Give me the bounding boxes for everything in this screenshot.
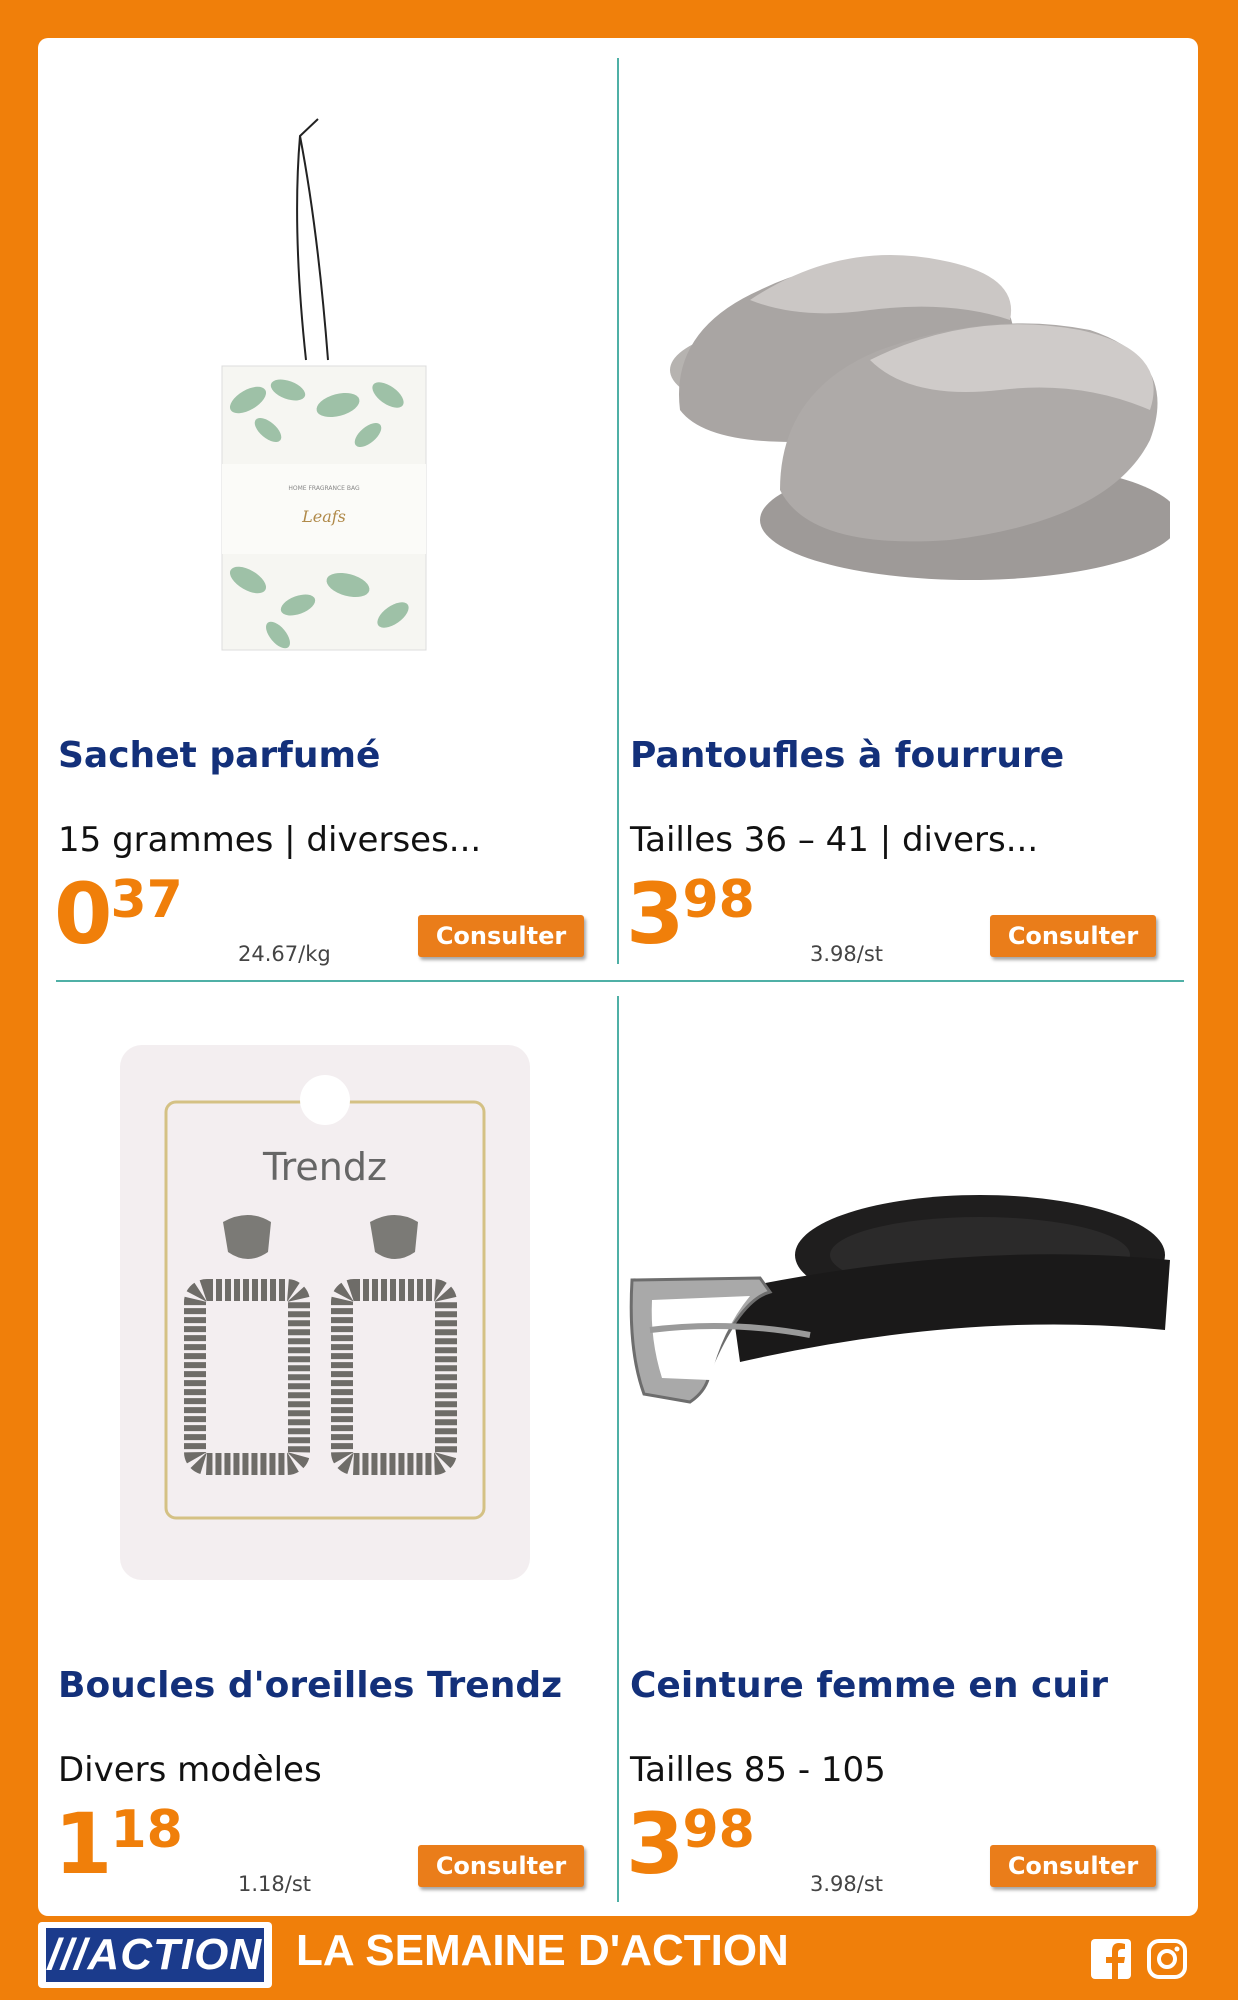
price-decimal: 98 xyxy=(682,870,755,930)
unit-price: 1.18/st xyxy=(238,1872,312,1896)
product-price: 398 xyxy=(626,872,755,956)
product-title: Sachet parfumé xyxy=(58,735,381,776)
unit-price: 3.98/st xyxy=(810,942,884,966)
product-title: Pantoufles à fourrure xyxy=(630,735,1065,776)
product-image-sachet: HOME FRAGRANCE BAG Leafs xyxy=(221,118,427,651)
action-logo-text: ///ACTION xyxy=(46,1928,264,1982)
price-integer: 3 xyxy=(626,1795,684,1893)
product-title: Boucles d'oreilles Trendz xyxy=(58,1665,563,1706)
product-price: 118 xyxy=(54,1802,183,1886)
product-image-belt xyxy=(629,1195,1170,1404)
action-logo[interactable]: ///ACTION xyxy=(38,1922,272,1988)
price-decimal: 37 xyxy=(110,870,183,930)
product-price: 037 xyxy=(54,872,183,956)
sachet-label-name: Leafs xyxy=(301,507,346,526)
earring-brand-label: Trendz xyxy=(262,1145,387,1189)
product-card-ceinture[interactable]: Ceinture femme en cuir Tailles 85 - 105 … xyxy=(610,990,1170,1920)
price-integer: 3 xyxy=(626,865,684,963)
footer-slogan: LA SEMAINE D'ACTION xyxy=(296,1926,789,1975)
unit-price: 3.98/st xyxy=(810,1872,884,1896)
product-card-sachet[interactable]: HOME FRAGRANCE BAG Leafs Sachet parfumé … xyxy=(38,60,598,990)
product-description: 15 grammes | diverses... xyxy=(58,820,482,860)
price-integer: 1 xyxy=(54,1795,112,1893)
product-image-earrings: Trendz xyxy=(120,1045,530,1580)
product-description: Tailles 36 – 41 | divers... xyxy=(630,820,1039,860)
price-decimal: 18 xyxy=(110,1800,183,1860)
consult-button[interactable]: Consulter xyxy=(990,915,1156,957)
instagram-icon[interactable] xyxy=(1146,1938,1188,1980)
consult-button[interactable]: Consulter xyxy=(990,1845,1156,1887)
product-price: 398 xyxy=(626,1802,755,1886)
product-description: Divers modèles xyxy=(58,1750,322,1790)
product-card-pantoufles[interactable]: Pantoufles à fourrure Tailles 36 – 41 | … xyxy=(610,60,1170,990)
sachet-label-small: HOME FRAGRANCE BAG xyxy=(288,485,360,492)
consult-button[interactable]: Consulter xyxy=(418,915,584,957)
facebook-icon[interactable] xyxy=(1090,1938,1132,1980)
product-card-boucles[interactable]: Trendz Boucles d'oreilles Trendz Divers … xyxy=(38,990,598,1920)
product-description: Tailles 85 - 105 xyxy=(630,1750,886,1790)
price-decimal: 98 xyxy=(682,1800,755,1860)
price-integer: 0 xyxy=(54,865,112,963)
consult-button[interactable]: Consulter xyxy=(418,1845,584,1887)
unit-price: 24.67/kg xyxy=(238,942,331,966)
product-title: Ceinture femme en cuir xyxy=(630,1665,1109,1706)
product-image-slippers xyxy=(670,255,1170,580)
